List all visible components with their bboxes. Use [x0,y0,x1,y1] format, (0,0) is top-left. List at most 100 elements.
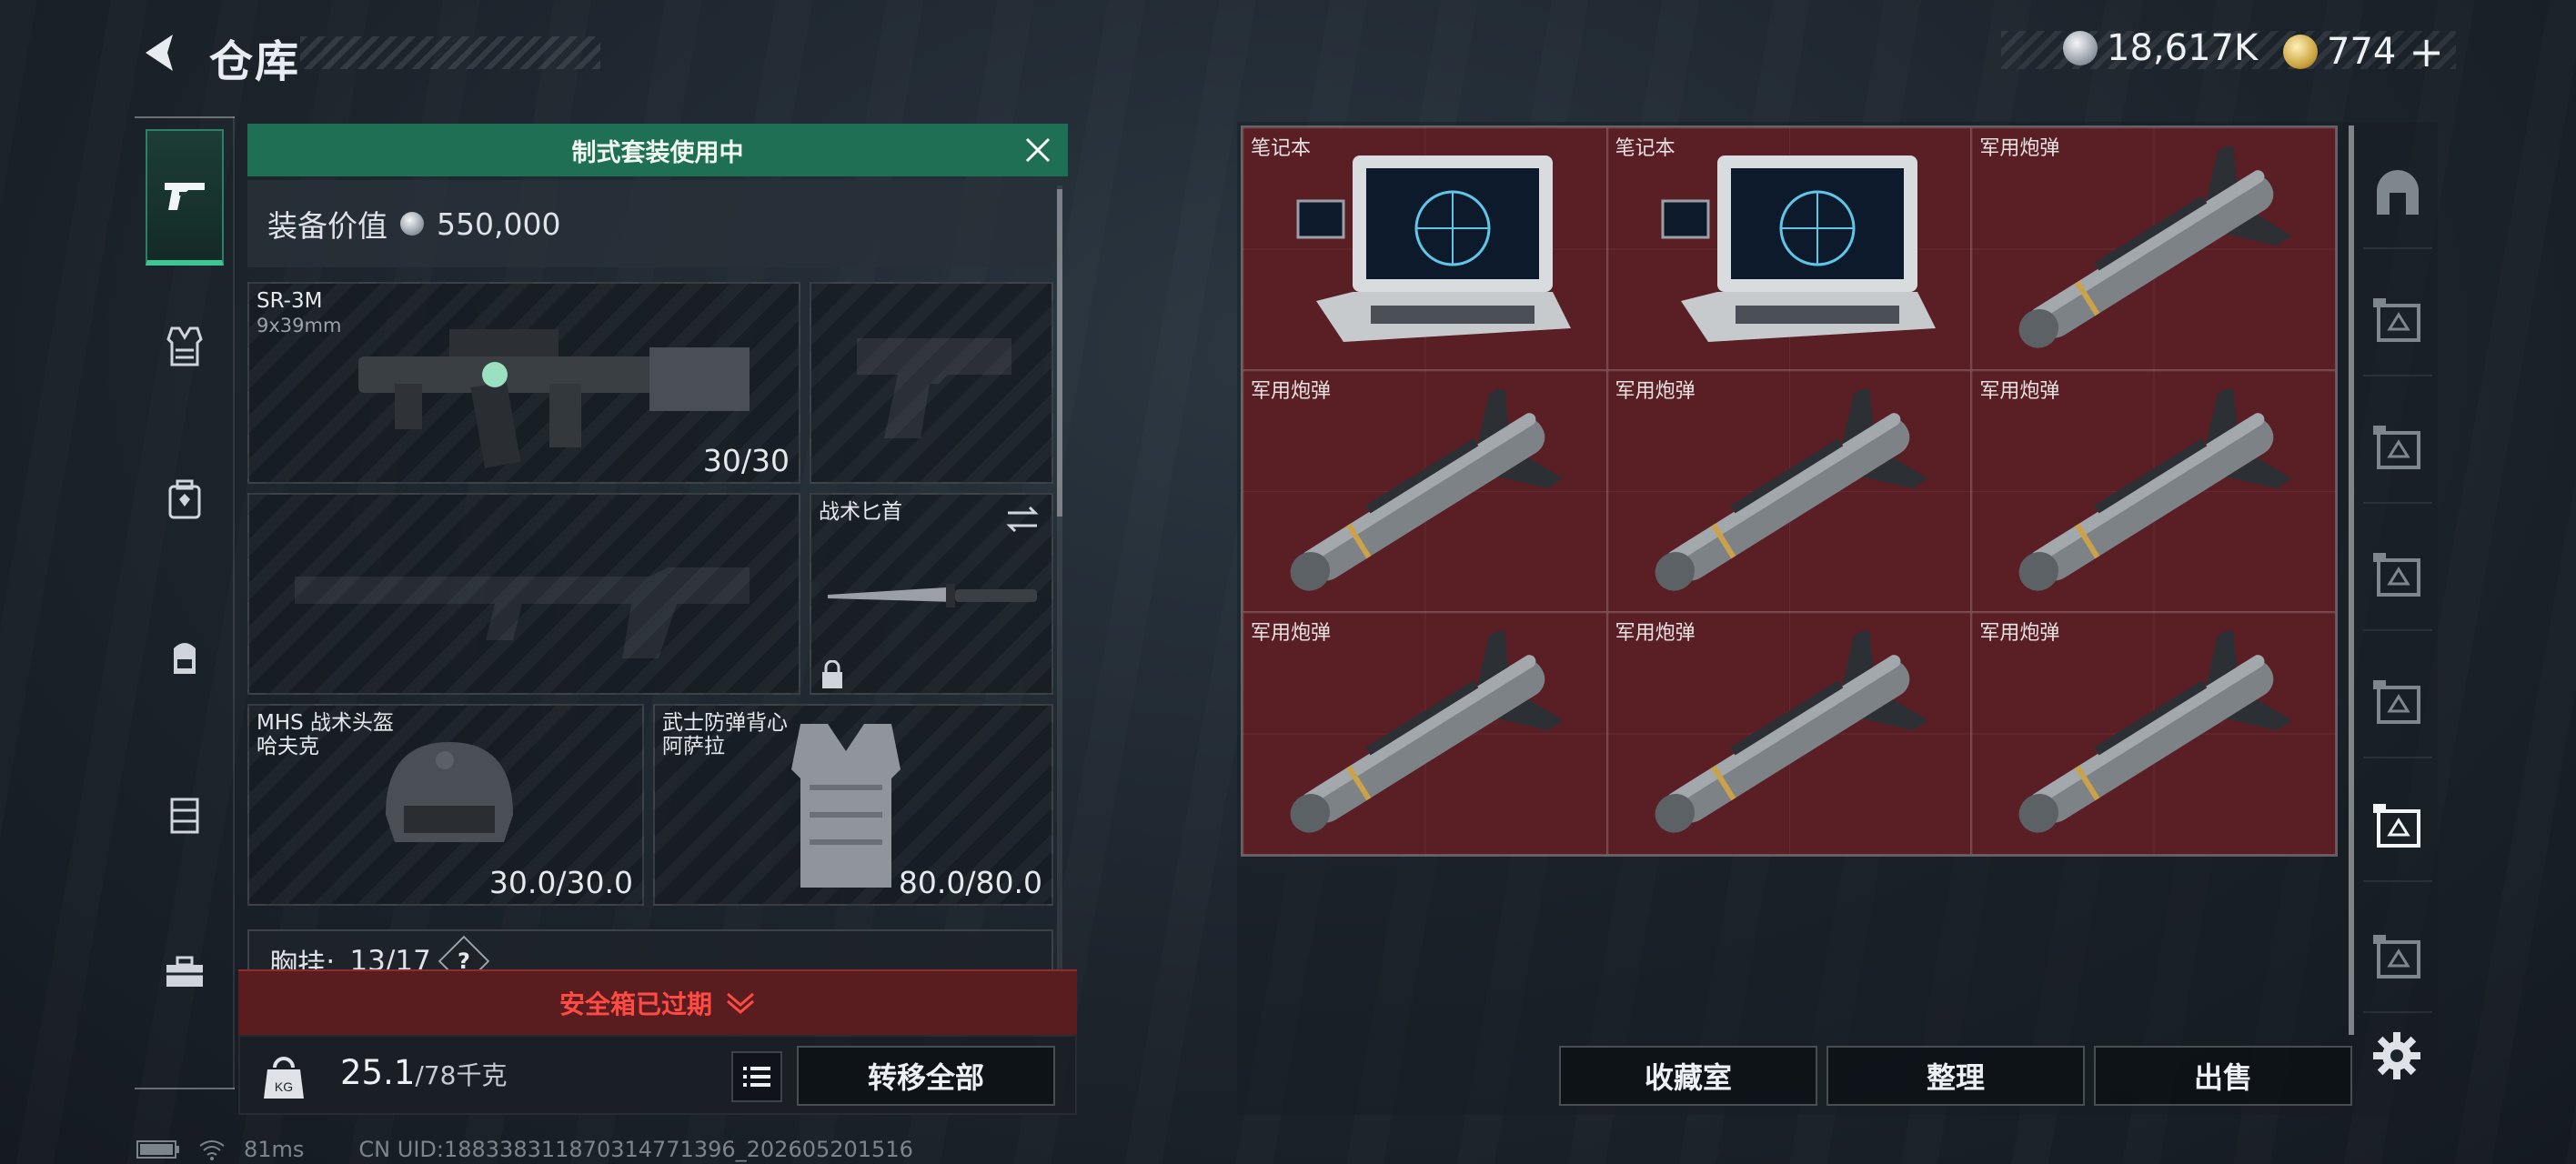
banner-close-button[interactable] [1019,131,1057,169]
carry-weight-max: /78千克 [415,1060,508,1090]
rig-icon [170,798,199,834]
weight-bar: KG 25.1/78千克 转移全部 [238,1035,1077,1115]
carry-weight-current: 25.1 [340,1053,416,1092]
list-view-button[interactable] [731,1051,782,1102]
secondary-weapon-slot[interactable] [247,493,800,695]
back-arrow-icon [146,35,173,71]
armor-slot[interactable]: 武士防弹背心 阿萨拉 80.0/80.0 [653,704,1053,906]
collection-room-button[interactable]: 收藏室 [1559,1046,1817,1106]
lock-icon [822,660,842,688]
swap-icon[interactable] [1004,504,1041,535]
primary-weapon-slot[interactable]: SR-3M 9x39mm 30/30 [247,282,800,484]
chevron-down-icon [727,992,754,1014]
nav-item-toolbox[interactable] [146,904,224,1040]
toolbox-icon [166,956,203,987]
helmet-brand: 哈夫克 [257,735,319,758]
nav-item-armor[interactable] [146,278,224,415]
nav-item-weapons[interactable] [146,129,224,266]
helmet-slot[interactable]: MHS 战术头盔 哈夫克 30.0/30.0 [247,704,644,906]
missile-icon [1655,631,1928,833]
missile-icon [2018,146,2292,348]
arch-icon [2377,170,2419,215]
tab-level-5[interactable] [2363,649,2432,758]
settings-button[interactable] [2365,1024,2429,1088]
add-currency-button[interactable]: + [2409,27,2444,76]
sell-button[interactable]: 出售 [2094,1046,2352,1106]
nav-item-rig[interactable] [146,746,224,882]
storage-item[interactable]: 笔记本 [1606,127,1972,370]
armor-name: 武士防弹背心 [662,711,788,735]
storage-item[interactable]: 军用炮弹 [1971,612,2336,855]
missile-icon [2018,388,2292,591]
equipment-value-label: 装备价值 [267,208,387,244]
tab-level-3b[interactable] [2363,395,2432,504]
safe-box-expired-bar[interactable]: 安全箱已过期 [238,969,1077,1035]
med-bag-icon [168,479,201,519]
stash-level-iv-icon [2373,553,2420,597]
loadout-scroll-thumb[interactable] [1057,189,1062,517]
storage-item[interactable]: 军用炮弹 [1243,369,1607,613]
nav-divider [135,1088,235,1089]
vest-armor-icon [791,724,901,888]
helmet-icon [386,742,513,842]
pistol-icon [165,183,205,210]
pistol-silhouette-icon [857,338,1011,438]
list-icon [743,1067,770,1087]
weapon-name: SR-3M [257,289,323,313]
knife-icon [828,584,1037,607]
storage-item[interactable]: 军用炮弹 [1971,369,2336,613]
page-title: 仓库 [209,36,301,87]
weight-icon: KG [264,1057,304,1099]
stash-level-v-icon [2373,680,2420,724]
wifi-icon [199,1140,225,1160]
helmet-durability: 30.0/30.0 [488,865,633,900]
tab-level-4c[interactable] [2363,904,2432,1013]
title-decoration [300,36,600,69]
backpack-icon [174,643,196,674]
storage-grid: 笔记本 笔记本 军用炮弹 军用炮弹 军用炮弹 军用炮弹 军用炮弹 军用炮弹 军用炮弹 [1241,125,2338,857]
status-line: 81ms CN UID:18833831187031477139​6_20260… [136,1137,913,1162]
tab-level-3a[interactable] [2363,267,2432,376]
tab-level-4a[interactable] [2363,522,2432,631]
storage-item[interactable]: 军用炮弹 [1606,612,1972,855]
back-button[interactable] [135,27,186,78]
armor-durability: 80.0/80.0 [898,865,1042,900]
rifle-silhouette-icon [295,567,750,658]
equipment-value: 550,000 [437,206,561,242]
storage-item[interactable]: 军用炮弹 [1606,369,1972,613]
svg-text:KG: KG [275,1079,293,1094]
ping-text: 81ms [244,1137,305,1162]
loadout-panel: 制式套装使用中 装备价值 550,000 SR-3M 9x39mm 30/30 [247,124,1068,1033]
knife-slot[interactable]: 战术匕首 [810,493,1053,695]
vest-icon [166,326,203,366]
missile-icon [2018,631,2292,833]
banner-text: 制式套装使用中 [571,138,744,167]
safe-box-expired-text: 安全箱已过期 [558,989,712,1019]
silver-coin-icon [2063,31,2098,65]
tab-level-4b[interactable] [2363,773,2432,882]
ammo-type: 9x39mm [257,315,342,336]
equipment-value-row: 装备价值 550,000 [247,180,1053,267]
storage-item[interactable]: 军用炮弹 [1971,127,2336,370]
nav-item-medical[interactable] [146,431,224,567]
carry-weight: 25.1/78千克 [340,1053,507,1092]
category-nav [135,116,235,1089]
storage-item[interactable]: 笔记本 [1243,127,1607,370]
silver-amount: 18,617K [2107,27,2259,69]
tab-home[interactable] [2363,140,2432,249]
close-icon [1025,137,1051,163]
stash-level-iii-icon [2373,426,2420,469]
sidearm-slot[interactable] [810,282,1053,484]
stash-tabs [2358,122,2438,1031]
armor-brand: 阿萨拉 [662,735,725,758]
sort-button[interactable]: 整理 [1826,1046,2085,1106]
silver-currency: 18,617K [2063,27,2258,69]
storage-scrollbar[interactable] [2349,125,2354,1035]
missile-icon [1290,631,1564,833]
storage-item[interactable]: 军用炮弹 [1243,612,1607,855]
nav-item-backpack[interactable] [146,589,224,726]
uid-text: CN UID:18833831187031477139​6_2026052015… [358,1137,913,1162]
gear-icon [2373,1032,2420,1079]
gold-currency[interactable]: 774 + [2283,27,2444,76]
transfer-all-button[interactable]: 转移全部 [797,1046,1055,1106]
